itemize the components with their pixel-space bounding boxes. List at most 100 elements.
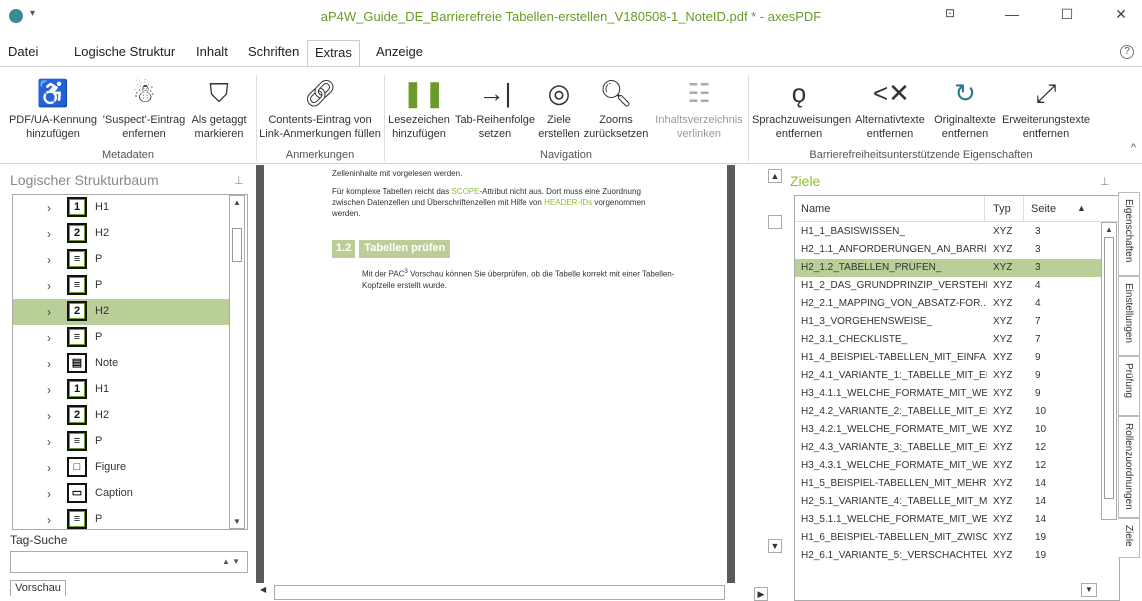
menu-schriften[interactable]: Schriften: [248, 44, 299, 59]
pin-icon[interactable]: ⊥: [234, 174, 244, 187]
table-row[interactable]: H1_1_BASISWISSEN_ XYZ 3: [795, 223, 1101, 241]
chevron-right-icon[interactable]: ›: [47, 357, 51, 371]
scroll-up-icon[interactable]: ▲: [229, 198, 245, 207]
close-button[interactable]: ✕: [1109, 6, 1133, 26]
chevron-right-icon[interactable]: ›: [47, 279, 51, 293]
tab-rollenzuordnungen[interactable]: Rollenzuordnungen: [1118, 416, 1140, 518]
table-row[interactable]: H3_4.2.1_WELCHE_FORMATE_MIT_WE... XYZ 10: [795, 421, 1101, 439]
tree-item[interactable]: › ≡ P: [13, 429, 229, 455]
tree-item[interactable]: › ▭ Caption: [13, 481, 229, 507]
scroll-thumb[interactable]: [232, 228, 242, 262]
tree-item[interactable]: › 2 H2: [13, 403, 229, 429]
tab-ziele[interactable]: Ziele: [1118, 518, 1140, 558]
table-row[interactable]: H1_5_BEISPIEL-TABELLEN_MIT_MEHRE... XYZ 14: [795, 475, 1101, 493]
cell-seite: 14: [1035, 496, 1047, 507]
tree-item[interactable]: › ▤ Note: [13, 351, 229, 377]
table-row[interactable]: H2_6.1_VARIANTE_5:_VERSCHACHTEL... XYZ 19: [795, 547, 1101, 565]
tree-item[interactable]: › ≡ P: [13, 507, 229, 529]
chevron-right-icon[interactable]: ›: [47, 409, 51, 423]
menu-datei[interactable]: Datei: [8, 44, 38, 59]
menu-inhalt[interactable]: Inhalt: [196, 44, 228, 59]
tag-search-input[interactable]: [10, 551, 248, 573]
table-row[interactable]: H2_3.1_CHECKLISTE_ XYZ 7: [795, 331, 1101, 349]
tree-item[interactable]: › ≡ P: [13, 325, 229, 351]
table-row[interactable]: H1_2_DAS_GRUNDPRINZIP_VERSTEHE... XYZ 4: [795, 277, 1101, 295]
scroll-up-icon[interactable]: ▲: [768, 169, 782, 183]
scroll-down-icon[interactable]: ▼: [768, 539, 782, 553]
scroll-left-icon[interactable]: ◀: [260, 585, 266, 594]
table-row-selected[interactable]: H2_1.2_TABELLEN_PRÜFEN_ XYZ 3: [795, 259, 1101, 277]
tree-item-selected[interactable]: › 2 H2: [13, 299, 229, 325]
ribbon-collapse-icon[interactable]: ^: [1131, 142, 1136, 154]
tab-order-button[interactable]: →| Tab-Reihenfolge setzen: [454, 77, 536, 141]
minimize-button[interactable]: —: [1000, 6, 1024, 26]
column-header-name[interactable]: Name: [801, 203, 830, 215]
tab-pruefung[interactable]: Prüfung: [1118, 356, 1140, 416]
tree-item[interactable]: › ≡ P: [13, 273, 229, 299]
chevron-right-icon[interactable]: ›: [47, 227, 51, 241]
table-row[interactable]: H2_4.2_VARIANTE_2:_TABELLE_MIT_EI... XYZ 1…: [795, 403, 1101, 421]
table-row[interactable]: H1_6_BEISPIEL-TABELLEN_MIT_ZWISC... XYZ 19: [795, 529, 1101, 547]
spin-arrows-icon[interactable]: ▲ ▼: [222, 557, 252, 566]
suspect-remove-button[interactable]: ☃ 'Suspect'-Eintrag enfernen: [102, 77, 186, 141]
scroll-right-icon[interactable]: ▶: [754, 587, 768, 601]
remove-alt-text-button[interactable]: <✕ Alternativtexte entfernen: [850, 77, 930, 141]
chevron-right-icon[interactable]: ›: [47, 461, 51, 475]
scroll-down-icon[interactable]: ▼: [229, 517, 245, 526]
restore-layout-icon[interactable]: ⊡: [938, 6, 962, 26]
remove-expansion-button[interactable]: ⤢ Erweiterungstexte entfernen: [1000, 77, 1092, 141]
document-hscrollbar[interactable]: ◀: [256, 583, 727, 600]
tree-scrollbar[interactable]: ▲ ▼: [229, 195, 245, 529]
pin-icon[interactable]: ⊥: [1100, 175, 1110, 188]
table-row[interactable]: H1_3_VORGEHENSWEISE_ XYZ 7: [795, 313, 1101, 331]
remove-language-button[interactable]: ǫ Sprachzuweisungen entfernen: [752, 77, 851, 141]
table-row[interactable]: H2_4.1_VARIANTE_1:_TABELLE_MIT_EI... XYZ 9: [795, 367, 1101, 385]
tree-item[interactable]: › □ Figure: [13, 455, 229, 481]
create-targets-button[interactable]: ◎ Ziele erstellen: [538, 77, 580, 141]
scroll-up-icon[interactable]: ▲: [1101, 225, 1117, 234]
menu-extras[interactable]: Extras: [307, 40, 360, 67]
remove-actual-text-button[interactable]: ↻ Originaltexte entfernen: [930, 77, 1000, 141]
tab-vorschau[interactable]: Vorschau: [10, 580, 66, 596]
table-row[interactable]: H3_4.3.1_WELCHE_FORMATE_MIT_WE... XYZ 12: [795, 457, 1101, 475]
scroll-thumb[interactable]: [1104, 237, 1114, 499]
column-header-seite[interactable]: Seite: [1031, 203, 1056, 215]
table-row[interactable]: H3_4.1.1_WELCHE_FORMATE_MIT_WE... XYZ 9: [795, 385, 1101, 403]
table-row[interactable]: H2_4.3_VARIANTE_3:_TABELLE_MIT_EI... XYZ 1…: [795, 439, 1101, 457]
help-icon[interactable]: ?: [1120, 45, 1134, 59]
pdfua-id-button[interactable]: ♿ PDF/UA-Kennung hinzufügen: [4, 77, 102, 141]
tree-item[interactable]: › 1 H1: [13, 195, 229, 221]
chevron-right-icon[interactable]: ›: [47, 201, 51, 215]
scroll-track[interactable]: [274, 585, 725, 600]
column-header-typ[interactable]: Typ: [993, 203, 1011, 215]
chevron-right-icon[interactable]: ›: [47, 435, 51, 449]
chevron-right-icon[interactable]: ›: [47, 305, 51, 319]
table-row[interactable]: H1_4_BEISPIEL-TABELLEN_MIT_EINFA... XYZ 9: [795, 349, 1101, 367]
chevron-right-icon[interactable]: ›: [47, 253, 51, 267]
reset-zooms-button[interactable]: 🔍︎ Zooms zurücksetzen: [580, 77, 652, 141]
tab-einstellungen[interactable]: Einstellungen: [1118, 276, 1140, 356]
tree-item[interactable]: › ≡ P: [13, 247, 229, 273]
chevron-right-icon[interactable]: ›: [47, 487, 51, 501]
table-row[interactable]: H2_2.1_MAPPING_VON_ABSATZ-FOR... XYZ 4: [795, 295, 1101, 313]
contents-entry-button[interactable]: 🔗︎ Contents-Eintrag von Link-Anmerkungen…: [258, 77, 382, 141]
link-toc-button[interactable]: ☷ Inhaltsverzeichnis verlinken: [654, 77, 744, 141]
menu-logische-struktur[interactable]: Logische Struktur: [74, 44, 175, 59]
menu-anzeige[interactable]: Anzeige: [376, 44, 423, 59]
tree-item[interactable]: › 1 H1: [13, 377, 229, 403]
cell-name: H3_5.1.1_WELCHE_FORMATE_MIT_WE...: [801, 514, 987, 525]
table-row[interactable]: H2_5.1_VARIANTE_4:_TABELLE_MIT_M... XYZ 14: [795, 493, 1101, 511]
add-bookmarks-button[interactable]: ❚❚ Lesezeichen hinzufügen: [386, 77, 452, 141]
table-row[interactable]: H3_5.1.1_WELCHE_FORMATE_MIT_WE... XYZ 14: [795, 511, 1101, 529]
mark-tagged-button[interactable]: ⛉ Als getaggt markieren: [186, 77, 252, 141]
tab-eigenschaften[interactable]: Eigenschaften: [1118, 192, 1140, 276]
chevron-right-icon[interactable]: ›: [47, 383, 51, 397]
document-view[interactable]: Zelleninhalte mit vorgelesen werden. Für…: [264, 165, 727, 571]
table-scrollbar[interactable]: ▲: [1101, 222, 1117, 520]
maximize-button[interactable]: ☐: [1055, 6, 1079, 26]
tree-item[interactable]: › 2 H2: [13, 221, 229, 247]
chevron-right-icon[interactable]: ›: [47, 513, 51, 527]
table-row[interactable]: H2_1.1_ANFORDERUNGEN_AN_BARRI... XYZ 3: [795, 241, 1101, 259]
chevron-right-icon[interactable]: ›: [47, 331, 51, 345]
select-all-checkbox[interactable]: [768, 215, 782, 229]
